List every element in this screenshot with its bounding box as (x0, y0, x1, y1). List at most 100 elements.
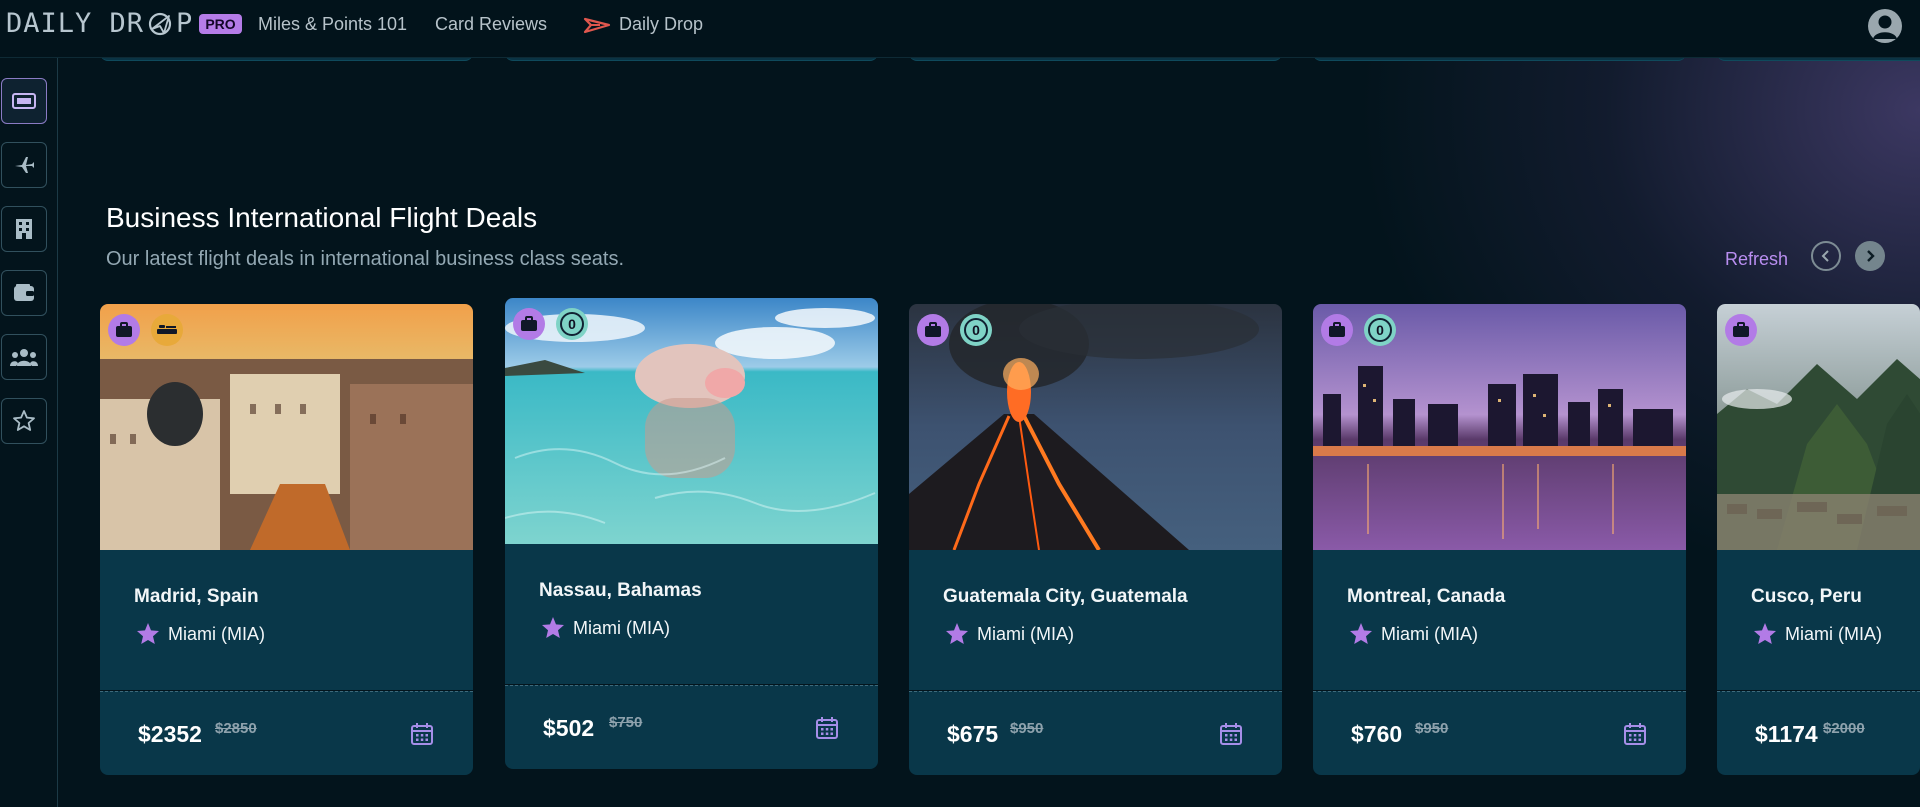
section-subtitle: Our latest flight deals in international… (106, 248, 625, 270)
deal-image: 0 (909, 304, 1282, 550)
deal-old-price: $750 (609, 714, 643, 731)
deal-price-bar: $675 $950 (909, 691, 1282, 775)
deal-origin-label: Miami (MIA) (573, 617, 670, 638)
logo-text-left: DAILY DR (6, 8, 145, 39)
deal-old-price: $950 (1010, 720, 1044, 737)
deal-card[interactable]: 0 Montreal, Canada Miami (MIA) $760 $950 (1313, 304, 1686, 775)
deal-price-bar: $2352 $2850 (100, 691, 473, 775)
deal-card[interactable]: Cusco, Peru Miami (MIA) $1174 $2000 (1717, 304, 1920, 775)
calendar-icon[interactable] (815, 716, 839, 740)
deal-details: Montreal, Canada Miami (MIA) (1313, 550, 1686, 690)
deal-destination: Cusco, Peru (1751, 586, 1862, 607)
deal-image (100, 304, 473, 550)
star-icon (13, 410, 35, 431)
sidebar-item-wallet[interactable] (1, 270, 47, 316)
carousel-next-button[interactable] (1855, 241, 1885, 271)
briefcase-icon (521, 316, 537, 331)
star-origin-icon (137, 623, 159, 644)
deal-card[interactable]: 0 Guatemala City, Guatemala Miami (MIA) … (909, 304, 1282, 775)
carry-on-bag-badge (1321, 314, 1353, 346)
zero-stops-badge: 0 (960, 314, 992, 346)
section-title: Business International Flight Deals (106, 202, 538, 233)
nav-daily-drop[interactable]: Daily Drop (583, 14, 703, 35)
deal-image (1717, 304, 1920, 550)
deal-price: $502 (543, 715, 595, 741)
nav-daily-drop-label: Daily Drop (619, 14, 704, 34)
deal-details: Guatemala City, Guatemala Miami (MIA) (909, 550, 1282, 690)
nav-card-reviews[interactable]: Card Reviews (435, 14, 547, 35)
deal-origin-label: Miami (MIA) (168, 623, 265, 644)
pro-badge: PRO (199, 13, 242, 34)
lie-flat-seat-icon (157, 325, 177, 334)
chevron-right-icon (1867, 250, 1875, 262)
carry-on-bag-badge (108, 314, 140, 346)
star-origin-icon (1754, 623, 1776, 644)
deal-old-price: $2000 (1823, 720, 1865, 737)
sidebar-item-flights[interactable] (1, 142, 47, 188)
zero-stops-icon: 0 (964, 318, 988, 342)
sidebar (0, 58, 58, 807)
deal-destination: Madrid, Spain (134, 586, 259, 607)
deal-origin-label: Miami (MIA) (1381, 623, 1478, 644)
sidebar-item-community[interactable] (1, 334, 47, 380)
sidebar-item-deals[interactable] (1, 78, 47, 124)
carry-on-bag-badge (1725, 314, 1757, 346)
logo-plane-icon (148, 12, 172, 35)
nav-miles-points[interactable]: Miles & Points 101 (258, 14, 407, 35)
deal-price: $760 (1351, 721, 1403, 747)
sidebar-item-hotels[interactable] (1, 206, 47, 252)
wallet-icon (14, 284, 34, 301)
deal-price-bar: $1174 $2000 (1717, 691, 1920, 775)
deal-price: $1174 (1755, 721, 1818, 747)
briefcase-icon (116, 322, 132, 337)
logo-text-right: P (176, 8, 194, 39)
calendar-icon[interactable] (1219, 722, 1243, 746)
plane-icon (15, 157, 34, 173)
deal-origin-label: Miami (MIA) (1785, 623, 1882, 644)
briefcase-icon (1329, 322, 1345, 337)
sidebar-item-favorites[interactable] (1, 398, 47, 444)
deal-origin: Miami (MIA) (945, 622, 1282, 646)
calendar-icon[interactable] (410, 722, 434, 746)
carry-on-bag-badge (917, 314, 949, 346)
logo[interactable]: DAILY DR P PRO (6, 8, 242, 39)
zero-stops-badge: 0 (556, 308, 588, 340)
deal-details: Madrid, Spain Miami (MIA) (100, 550, 473, 690)
deal-old-price: $2850 (215, 720, 257, 737)
deal-destination: Guatemala City, Guatemala (943, 586, 1188, 607)
community-icon (10, 349, 38, 366)
deal-destination: Nassau, Bahamas (539, 580, 702, 601)
carry-on-bag-badge (513, 308, 545, 340)
deal-origin: Miami (MIA) (136, 622, 473, 646)
daily-drop-plane-icon (583, 17, 611, 33)
deal-card[interactable]: Madrid, Spain Miami (MIA) $2352 $2850 (100, 304, 473, 775)
deal-destination: Montreal, Canada (1347, 586, 1506, 607)
top-nav: DAILY DR P PRO Miles & Points 101 Card R… (0, 0, 1920, 58)
briefcase-icon (1733, 322, 1749, 337)
deal-price: $2352 (138, 721, 202, 747)
briefcase-icon (925, 322, 941, 337)
chevron-left-icon (1821, 250, 1829, 262)
deal-origin-label: Miami (MIA) (977, 623, 1074, 644)
deal-price: $675 (947, 721, 999, 747)
zero-stops-icon: 0 (1368, 318, 1392, 342)
deal-details: Cusco, Peru Miami (MIA) (1717, 550, 1920, 690)
deal-image: 0 (505, 298, 878, 544)
deal-price-bar: $502 $750 (505, 685, 878, 769)
deal-old-price: $950 (1415, 720, 1449, 737)
deal-origin: Miami (MIA) (1349, 622, 1686, 646)
refresh-button[interactable]: Refresh (1725, 249, 1788, 270)
calendar-icon[interactable] (1623, 722, 1647, 746)
zero-stops-icon: 0 (560, 312, 584, 336)
account-avatar-icon[interactable] (1868, 9, 1902, 43)
hotel-icon (16, 219, 32, 239)
deal-card[interactable]: 0 Nassau, Bahamas Miami (MIA) $502 $750 (505, 298, 878, 769)
ticket-icon (12, 93, 36, 109)
deal-price-bar: $760 $950 (1313, 691, 1686, 775)
star-origin-icon (1350, 623, 1372, 644)
carousel-prev-button[interactable] (1811, 241, 1841, 271)
lie-flat-seat-badge (151, 314, 183, 346)
deal-origin: Miami (MIA) (1753, 622, 1920, 646)
star-origin-icon (946, 623, 968, 644)
zero-stops-badge: 0 (1364, 314, 1396, 346)
